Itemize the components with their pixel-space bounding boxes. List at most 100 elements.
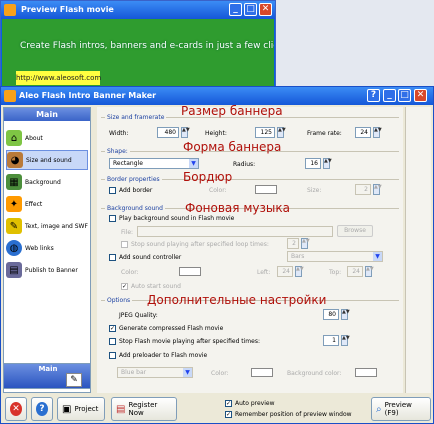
border-color-label: Color:: [209, 187, 227, 194]
play-sound-checkbox[interactable]: [109, 215, 116, 222]
settings-dropdown-icon[interactable]: ✎: [66, 373, 82, 387]
exit-button[interactable]: ✕: [5, 397, 27, 421]
stop-sound-label: Stop sound playing after specified loop …: [131, 241, 269, 248]
radius-spinner[interactable]: ▲▼: [323, 158, 332, 169]
minimize-button[interactable]: _: [383, 89, 396, 102]
annotation-extra: Дополнительные настройки: [147, 293, 327, 307]
preloader-checkbox[interactable]: [109, 352, 116, 359]
flash-banner-text: Create Flash intros, banners and e-cards…: [20, 41, 274, 51]
help-button[interactable]: ?: [31, 397, 53, 421]
stop-movie-checkbox[interactable]: [109, 338, 116, 345]
app-icon: [4, 90, 16, 102]
close-button[interactable]: ✕: [259, 3, 272, 16]
flash-banner-link[interactable]: http://www.aleosoft.com: [16, 71, 101, 85]
preloader-type-select[interactable]: Blue bar ▼: [117, 367, 193, 378]
browse-button[interactable]: Browse: [337, 225, 373, 237]
maximize-button[interactable]: □: [398, 89, 411, 102]
controller-type-select[interactable]: Bars ▼: [287, 251, 383, 262]
register-button[interactable]: ▤ Register Now: [111, 397, 177, 421]
preloader-bg-color-label: Background color:: [287, 370, 342, 377]
auto-preview-checkbox[interactable]: ✓: [225, 400, 232, 407]
height-input[interactable]: 125: [255, 127, 275, 138]
border-section: Border properties: [101, 176, 399, 183]
register-icon: ▤: [116, 403, 126, 415]
loop-times-input[interactable]: 2: [287, 238, 299, 249]
stop-times-input[interactable]: 1: [323, 335, 339, 346]
chevron-down-icon: ▼: [183, 368, 192, 377]
width-input[interactable]: 480: [157, 127, 179, 138]
compressed-checkbox[interactable]: ✓: [109, 325, 116, 332]
border-size-spinner[interactable]: ▲▼: [373, 184, 382, 195]
preloader-color-swatch[interactable]: [251, 368, 273, 377]
compressed-label: Generate compressed Flash movie: [119, 325, 224, 332]
sidebar-item-background[interactable]: ▦ Background: [6, 172, 88, 192]
minimize-button[interactable]: _: [229, 3, 242, 16]
jpeg-quality-input[interactable]: 80: [323, 309, 339, 320]
border-size-input[interactable]: 2: [355, 184, 371, 195]
sidebar-item-size-and-sound[interactable]: ◕ Size and sound: [6, 150, 88, 170]
annotation-size: Размер баннера: [181, 104, 283, 118]
sidebar-item-about[interactable]: ⌂ About: [6, 128, 88, 148]
controller-left-spinner[interactable]: ▲▼: [295, 266, 304, 277]
stop-sound-checkbox[interactable]: [121, 241, 128, 248]
jpeg-quality-spinner[interactable]: ▲▼: [341, 309, 350, 320]
controller-left-input[interactable]: 24: [277, 266, 293, 277]
preloader-bg-color-swatch[interactable]: [355, 368, 377, 377]
controller-top-input[interactable]: 24: [347, 266, 363, 277]
sound-controller-checkbox[interactable]: [109, 254, 116, 261]
controller-top-spinner[interactable]: ▲▼: [365, 266, 374, 277]
loop-times-spinner[interactable]: ▲▼: [301, 238, 310, 249]
jpeg-quality-label: JPEG Quality:: [119, 312, 158, 319]
framerate-input[interactable]: 24: [355, 127, 371, 138]
controller-color-swatch[interactable]: [179, 267, 201, 276]
chevron-down-icon: ▼: [189, 159, 198, 168]
flash-preview-area: Create Flash intros, banners and e-cards…: [2, 19, 274, 95]
preview-title: Preview Flash movie: [21, 5, 114, 14]
close-button[interactable]: ✕: [414, 89, 427, 102]
remember-position-checkbox[interactable]: ✓: [225, 411, 232, 418]
sound-controller-label: Add sound controller: [119, 254, 182, 261]
effect-icon: ✦: [6, 196, 22, 212]
sidebar-item-effect[interactable]: ✦ Effect: [6, 194, 88, 214]
preview-button[interactable]: ⌕ Preview (F9): [371, 397, 431, 421]
background-icon: ▦: [6, 174, 22, 190]
height-label: Height:: [205, 130, 227, 137]
sidebar-item-publish[interactable]: ▤ Publish to Banner: [6, 260, 88, 280]
sound-file-input[interactable]: [137, 226, 333, 237]
sidebar-footer: Main ✎: [3, 363, 91, 389]
main-window: Aleo Flash Intro Banner Maker ? _ □ ✕ Ma…: [0, 86, 434, 424]
settings-panel: Size and framerate Width: 480 ▲▼ Height:…: [97, 104, 403, 393]
stop-times-spinner[interactable]: ▲▼: [341, 335, 350, 346]
house-icon: ⌂: [6, 130, 22, 146]
remember-position-label: Remember position of preview window: [235, 411, 352, 418]
maximize-button[interactable]: □: [244, 3, 257, 16]
width-spinner[interactable]: ▲▼: [181, 127, 190, 138]
sidebar-header: Main: [4, 108, 90, 121]
globe-icon: ◍: [6, 240, 22, 256]
project-button[interactable]: ▣ Project: [57, 397, 105, 421]
radius-input[interactable]: 16: [305, 158, 321, 169]
pencil-icon: ✎: [6, 218, 22, 234]
autostart-checkbox[interactable]: ✓: [121, 283, 128, 290]
main-title-bar: Aleo Flash Intro Banner Maker ? _ □ ✕: [1, 87, 433, 105]
framerate-label: Frame rate:: [307, 130, 342, 137]
bottom-toolbar: ✕ ? ▣ Project ▤ Register Now ✓ Auto previe…: [3, 397, 433, 423]
publish-icon: ▤: [6, 262, 22, 278]
help-button[interactable]: ?: [367, 89, 380, 102]
chevron-down-icon: ▼: [373, 252, 382, 261]
play-sound-label: Play background sound in Flash movie: [119, 215, 235, 222]
preview-title-bar: Preview Flash movie _ □ ✕: [1, 1, 275, 19]
stop-movie-label: Stop Flash movie playing after specified…: [119, 338, 260, 345]
sidebar-item-text-image-swf[interactable]: ✎ Text, image and SWF: [6, 216, 88, 236]
framerate-spinner[interactable]: ▲▼: [373, 127, 382, 138]
shape-select[interactable]: Rectangle ▼: [109, 158, 199, 169]
close-icon: ✕: [10, 402, 22, 416]
annotation-music: Фоновая музыка: [185, 201, 290, 215]
main-title: Aleo Flash Intro Banner Maker: [19, 91, 157, 100]
height-spinner[interactable]: ▲▼: [277, 127, 286, 138]
add-border-checkbox[interactable]: [109, 187, 116, 194]
sidebar-item-web-links[interactable]: ◍ Web links: [6, 238, 88, 258]
auto-preview-label: Auto preview: [235, 400, 275, 407]
border-color-swatch[interactable]: [255, 185, 277, 194]
width-label: Width:: [109, 130, 129, 137]
